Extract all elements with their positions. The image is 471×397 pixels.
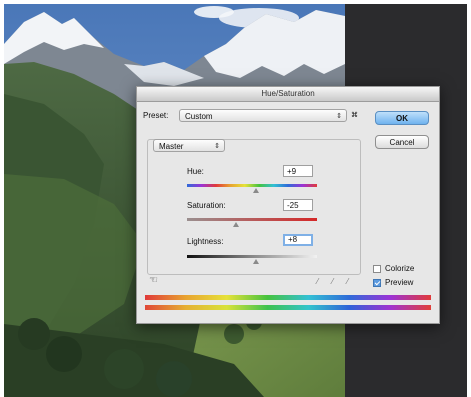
hue-slider-thumb[interactable]	[252, 188, 259, 193]
colorize-checkbox[interactable]	[373, 265, 381, 273]
hue-input[interactable]: +9	[283, 165, 313, 177]
saturation-input[interactable]: -25	[283, 199, 313, 211]
preview-checkbox[interactable]	[373, 279, 381, 287]
eyedropper-plus-icon[interactable]: ⁄	[332, 277, 340, 287]
preset-value: Custom	[185, 112, 213, 121]
lightness-slider-track[interactable]	[187, 255, 317, 258]
ok-button[interactable]: OK	[375, 111, 429, 125]
hand-icon[interactable]: ☜	[149, 275, 161, 287]
output-color-bar	[145, 305, 431, 310]
canvas-area: Hue/Saturation Preset: Custom ⇕ ⌘ OK Can…	[0, 0, 471, 397]
preset-dropdown[interactable]: Custom ⇕	[179, 109, 347, 122]
saturation-label: Saturation:	[187, 201, 226, 210]
preset-options-icon[interactable]: ⌘	[351, 111, 358, 121]
colorize-label: Colorize	[385, 264, 415, 273]
channel-dropdown[interactable]: Master ⇕	[153, 139, 225, 152]
lightness-label: Lightness:	[187, 237, 224, 246]
preview-label: Preview	[385, 278, 414, 287]
input-color-bar	[145, 295, 431, 300]
lightness-slider-thumb[interactable]	[252, 259, 259, 264]
hue-saturation-dialog: Hue/Saturation Preset: Custom ⇕ ⌘ OK Can…	[136, 86, 440, 324]
eyedropper-icon[interactable]: ⁄	[317, 277, 325, 287]
dialog-title: Hue/Saturation	[137, 87, 439, 102]
channel-value: Master	[159, 142, 184, 151]
lightness-input[interactable]: +8	[283, 234, 313, 246]
hue-label: Hue:	[187, 167, 204, 176]
preset-label: Preset:	[143, 111, 169, 120]
stepper-arrows-icon: ⇕	[214, 143, 220, 150]
eyedropper-minus-icon[interactable]: ⁄	[347, 277, 355, 287]
stepper-arrows-icon: ⇕	[336, 113, 342, 120]
cancel-button[interactable]: Cancel	[375, 135, 429, 149]
saturation-slider-track[interactable]	[187, 218, 317, 221]
hue-slider-track[interactable]	[187, 184, 317, 187]
saturation-slider-thumb[interactable]	[232, 222, 239, 227]
